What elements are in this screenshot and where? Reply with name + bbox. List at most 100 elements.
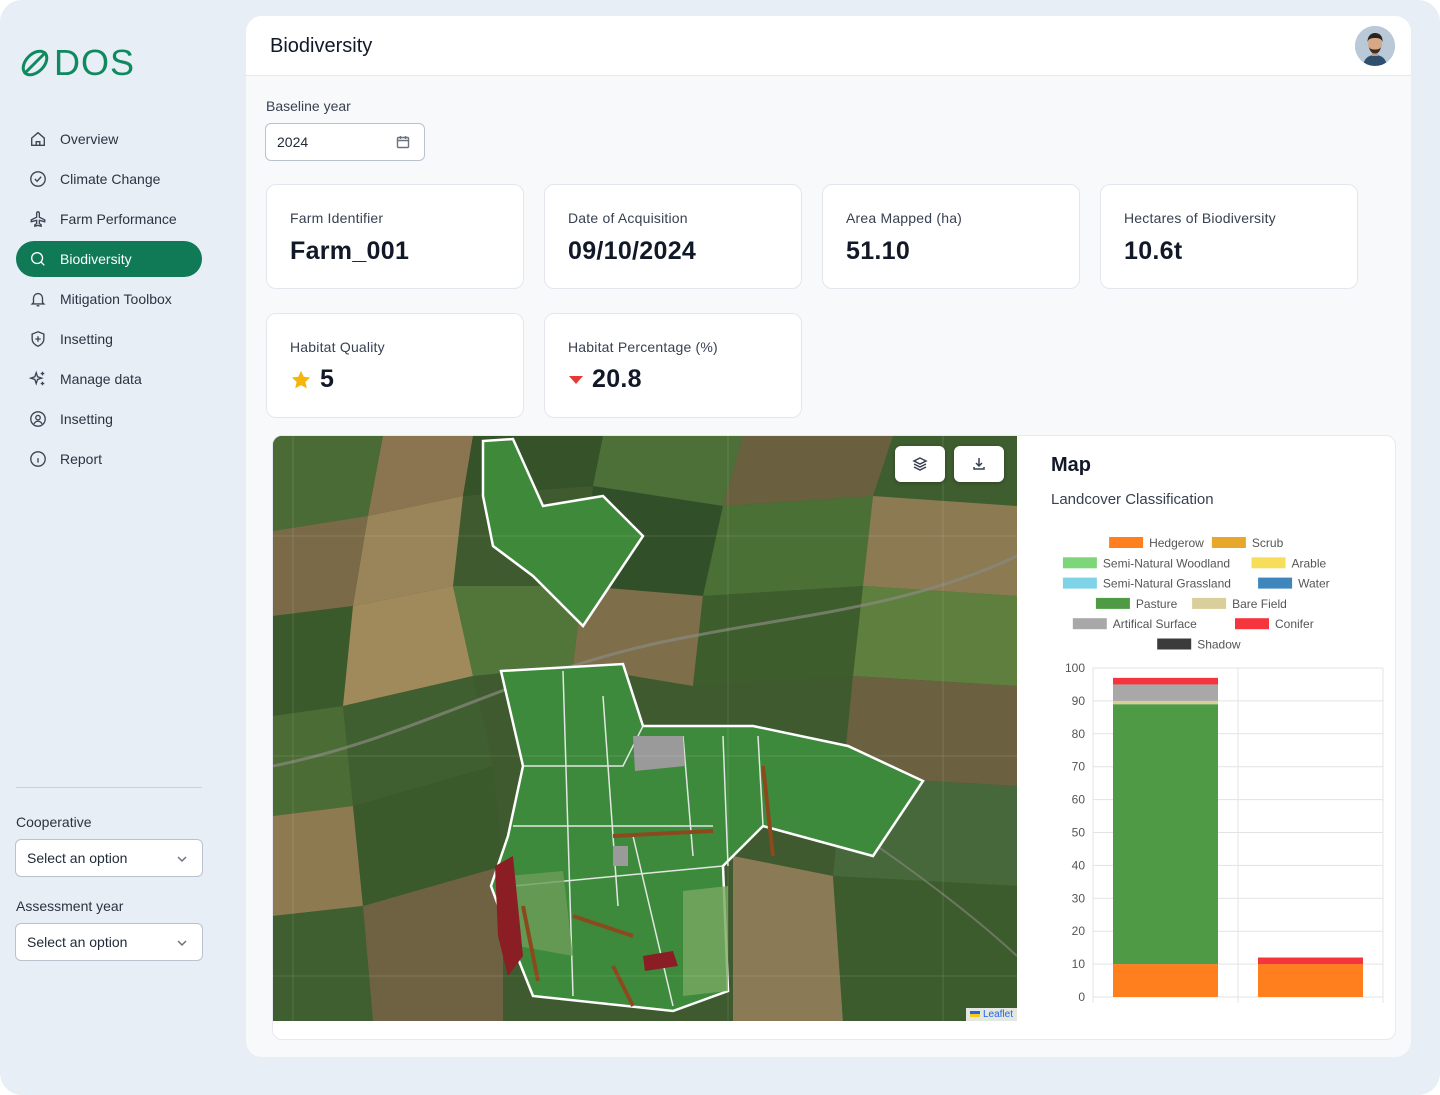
sidebar-item-label: Overview xyxy=(60,131,119,147)
legend-swatch xyxy=(1095,597,1130,609)
bar-segment xyxy=(1258,964,1363,997)
top-bar: Biodiversity xyxy=(246,16,1411,76)
hectares-biodiversity-value: 10.6t xyxy=(1124,237,1183,265)
assessment-year-select[interactable]: Select an option xyxy=(15,923,203,961)
farm-identifier-value: Farm_001 xyxy=(290,237,410,265)
map-title: Map xyxy=(1051,454,1091,476)
legend-label: Water xyxy=(1298,577,1330,591)
habitat-quality-value: 5 xyxy=(320,365,335,393)
habitat-quality-card: Habitat Quality 5 xyxy=(266,313,524,418)
bell-icon xyxy=(28,289,48,309)
date-of-acquisition-value: 09/10/2024 xyxy=(568,237,697,265)
date-of-acquisition-card: Date of Acquisition 09/10/2024 xyxy=(544,184,802,289)
sidebar-item-label: Mitigation Toolbox xyxy=(60,291,172,307)
app-frame: DOS Overview Climate Change Farm Perform… xyxy=(0,0,1440,1095)
sidebar-item-biodiversity[interactable]: Biodiversity xyxy=(16,241,202,277)
sidebar-item-mitigation-toolbox[interactable]: Mitigation Toolbox xyxy=(16,281,202,317)
page-title: Biodiversity xyxy=(270,35,373,57)
y-tick-label: 40 xyxy=(1072,858,1086,872)
legend-swatch xyxy=(1192,597,1227,609)
bar-segment xyxy=(1258,957,1363,965)
sidebar-item-overview[interactable]: Overview xyxy=(16,121,202,157)
legend-swatch xyxy=(1157,638,1192,650)
landcover-chart: Hedgerow Scrub Semi-Natural Woodland Arable… xyxy=(1062,536,1384,1004)
card-value: 51.10 xyxy=(846,237,910,266)
triangle-down-icon xyxy=(568,372,584,388)
leaf-logo-icon xyxy=(21,49,49,77)
card-label: Farm Identifier xyxy=(290,210,384,226)
sparkle-icon xyxy=(28,369,48,389)
sidebar-item-label: Report xyxy=(60,451,103,467)
assessment-year-label: Assessment year xyxy=(16,898,124,914)
farm-identifier-card: Farm Identifier Farm_001 xyxy=(266,184,524,289)
card-value: 10.6t xyxy=(1124,237,1182,266)
legend-swatch xyxy=(1109,537,1144,548)
legend-label: Hedgerow xyxy=(1149,536,1204,550)
sidebar-item-climate-change[interactable]: Climate Change xyxy=(16,161,202,197)
map-attribution[interactable]: Leaflet xyxy=(965,1008,1017,1021)
layers-button[interactable] xyxy=(895,446,945,482)
y-tick-label: 50 xyxy=(1072,826,1086,840)
map-imagery xyxy=(273,436,1017,1021)
check-circle-icon xyxy=(28,169,48,189)
legend-label: Shadow xyxy=(1197,638,1241,652)
flag-icon xyxy=(969,1011,980,1018)
area-mapped-value: 51.10 xyxy=(846,237,911,265)
chart-title: Landcover Classification xyxy=(1051,491,1214,508)
sidebar-item-report[interactable]: Report xyxy=(16,441,202,477)
legend-label: Pasture xyxy=(1136,597,1178,611)
sidebar-item-label: Biodiversity xyxy=(60,251,132,267)
y-tick-label: 60 xyxy=(1072,793,1086,807)
brand-logo[interactable]: DOS xyxy=(18,42,135,84)
legend-swatch xyxy=(1258,577,1293,589)
calendar-icon xyxy=(396,136,410,149)
card-label: Habitat Percentage (%) xyxy=(568,339,718,355)
y-tick-label: 20 xyxy=(1072,924,1086,938)
sidebar-item-insetting-2[interactable]: Insetting xyxy=(16,401,202,437)
card-label: Hectares of Biodiversity xyxy=(1124,210,1276,226)
legend-label: Scrub xyxy=(1252,536,1284,550)
satellite-map[interactable]: Leaflet xyxy=(273,436,1017,1021)
bar-segment xyxy=(1113,677,1218,685)
y-tick-label: 30 xyxy=(1072,891,1086,905)
card-value: Farm_001 xyxy=(290,237,409,266)
star-icon xyxy=(290,369,312,391)
sidebar-nav: Overview Climate Change Farm Performance… xyxy=(16,121,202,481)
legend-swatch xyxy=(1062,577,1097,589)
sidebar-item-label: Climate Change xyxy=(60,171,161,187)
legend-label: Artifical Surface xyxy=(1113,617,1197,631)
legend-label: Semi-Natural Woodland xyxy=(1103,556,1230,570)
search-icon xyxy=(28,249,48,269)
legend-swatch xyxy=(1251,557,1286,569)
sidebar-item-insetting[interactable]: Insetting xyxy=(16,321,202,357)
card-value: 09/10/2024 xyxy=(568,237,696,266)
main-content: Biodiversity Baseline year 2024 Farm Ide… xyxy=(246,16,1411,1057)
legend-label: Semi-Natural Grassland xyxy=(1103,577,1231,591)
plane-icon xyxy=(28,209,48,229)
sidebar-item-farm-performance[interactable]: Farm Performance xyxy=(16,201,202,237)
habitat-percentage-value: 20.8 xyxy=(592,365,642,393)
sidebar-item-label: Insetting xyxy=(60,331,113,347)
map-panel: Leaflet Map Landcover Classification Hed… xyxy=(272,435,1396,1040)
area-mapped-card: Area Mapped (ha) 51.10 xyxy=(822,184,1080,289)
y-tick-label: 80 xyxy=(1072,727,1086,741)
user-circle-icon xyxy=(28,409,48,429)
cooperative-select[interactable]: Select an option xyxy=(15,839,203,877)
legend-swatch xyxy=(1062,557,1097,569)
baseline-year-label: Baseline year xyxy=(266,98,351,114)
card-value: 20.8 xyxy=(568,365,642,394)
sidebar-divider xyxy=(16,787,202,788)
card-label: Habitat Quality xyxy=(290,339,385,355)
cooperative-select-value: Select an option xyxy=(27,850,128,866)
y-tick-label: 70 xyxy=(1072,760,1086,774)
cooperative-label: Cooperative xyxy=(16,814,92,830)
chevron-down-icon xyxy=(177,856,187,863)
y-tick-label: 0 xyxy=(1078,990,1085,1004)
download-button[interactable] xyxy=(954,446,1004,482)
baseline-year-input[interactable]: 2024 xyxy=(265,123,425,161)
y-tick-label: 100 xyxy=(1065,661,1085,675)
avatar[interactable] xyxy=(1355,26,1395,66)
home-icon xyxy=(28,129,48,149)
info-icon xyxy=(28,449,48,469)
sidebar-item-manage-data[interactable]: Manage data xyxy=(16,361,202,397)
